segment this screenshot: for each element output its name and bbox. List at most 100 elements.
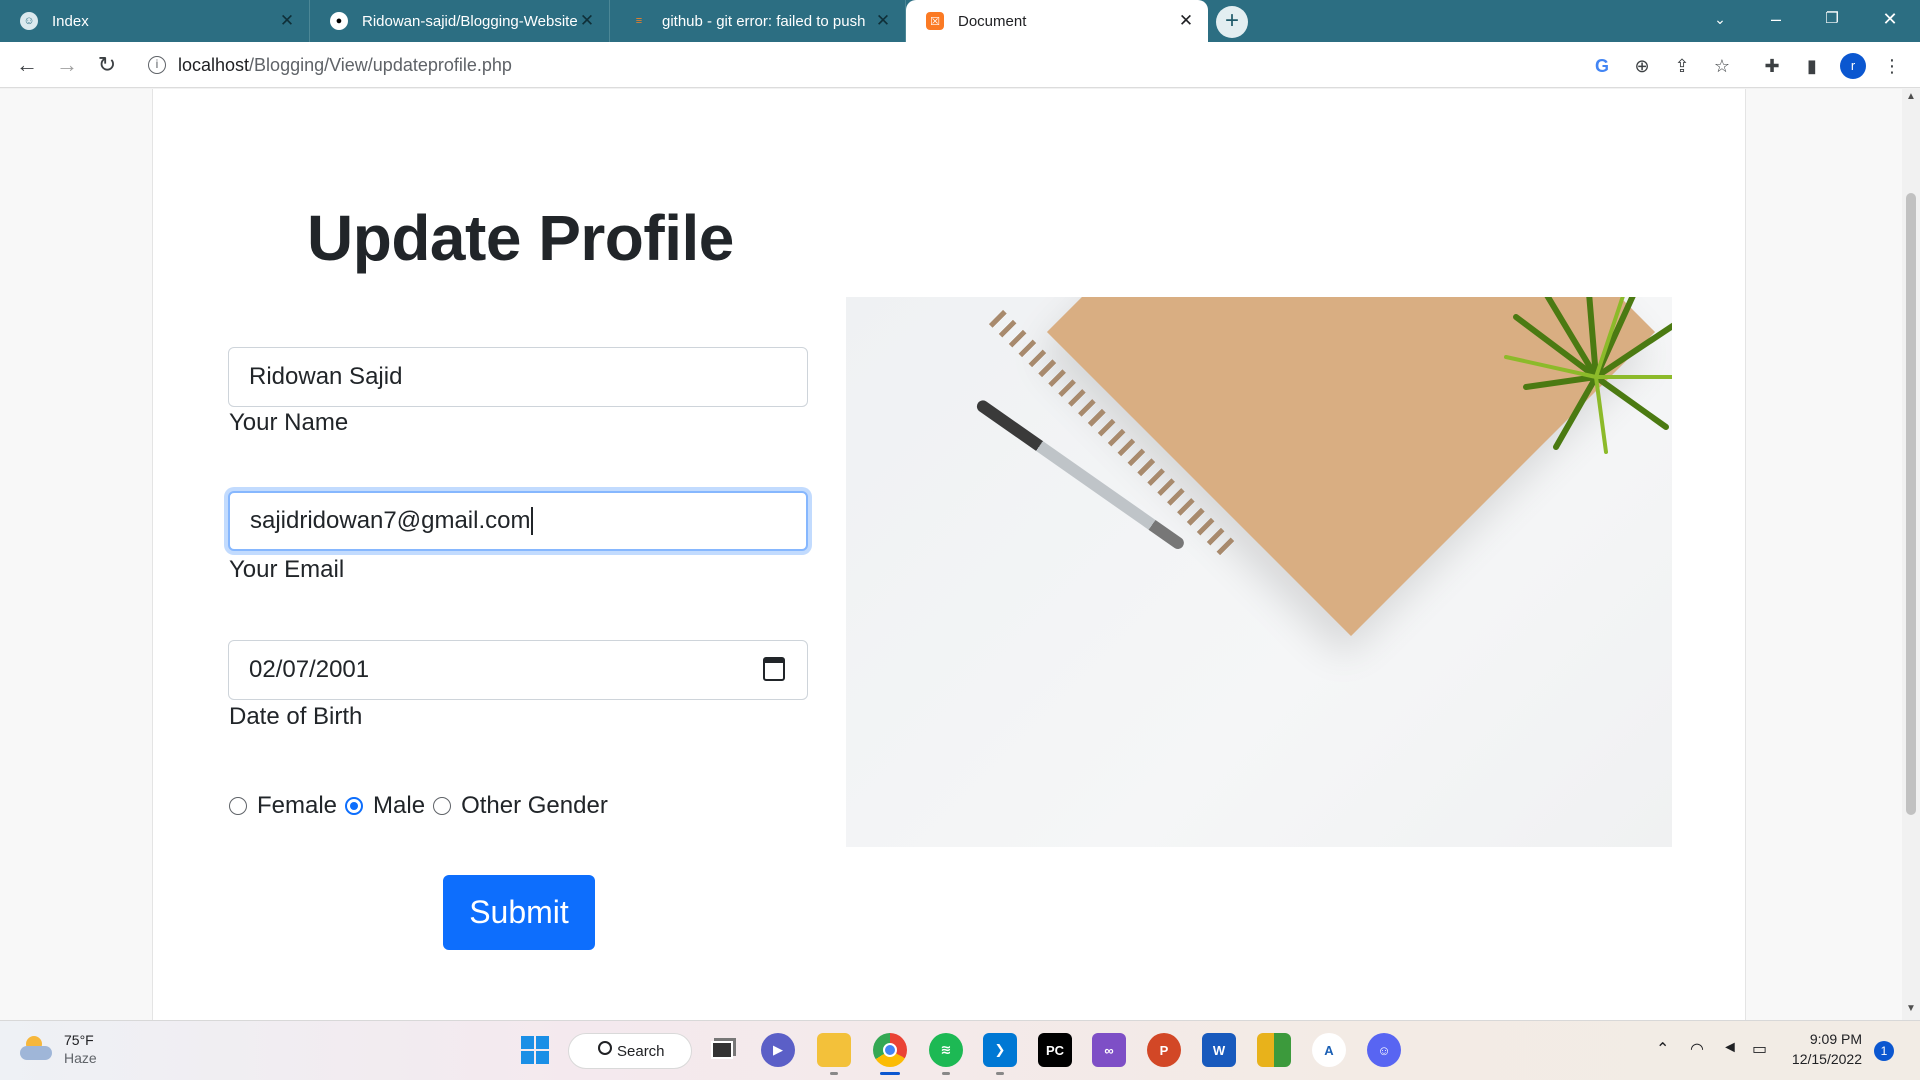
running-indicator [942,1072,950,1075]
email-input[interactable]: sajidridowan7@gmail.com [228,491,808,551]
app-icon[interactable]: A [1312,1033,1346,1067]
browser-toolbar: ← → ↻ i localhost/Blogging/View/updatepr… [0,42,1920,88]
site-info-icon[interactable]: i [148,56,166,74]
winrar-icon[interactable] [1257,1033,1291,1067]
plant-image [1504,297,1672,454]
vscode-icon[interactable]: ❯ [983,1033,1017,1067]
radio-female-label: Female [257,792,338,819]
notification-badge[interactable]: 1 [1874,1041,1894,1061]
extensions-icon[interactable]: ✚ [1760,54,1784,78]
running-indicator [996,1072,1004,1075]
name-value: Ridowan Sajid [249,363,403,390]
new-tab-button[interactable]: + [1216,6,1248,38]
scroll-up-arrow-icon[interactable]: ▲ [1906,91,1916,102]
dob-label: Date of Birth [229,703,363,730]
radio-male[interactable] [345,797,364,815]
xampp-icon: ☒ [926,12,944,30]
google-lens-icon[interactable]: G [1590,54,1614,78]
teams-chat-icon[interactable]: ▶ [761,1033,795,1067]
restore-icon[interactable]: ❐ [1804,0,1860,40]
show-hidden-icons-icon[interactable]: ⌃ [1656,1039,1669,1059]
file-explorer-icon[interactable] [817,1033,851,1067]
word-icon[interactable]: W [1202,1033,1236,1067]
radio-female[interactable] [229,797,247,815]
radio-male-label: Male [373,792,426,819]
tab-title: Index [52,12,89,30]
powerpoint-icon[interactable]: P [1147,1033,1181,1067]
taskbar-search[interactable]: Search [568,1033,692,1069]
windows-taskbar: 75°F Haze Search ▶ ≋ ❯ PC ∞ P W A ☺ ⌃ ◠ … [0,1020,1920,1080]
stackoverflow-icon: ≡ [635,15,643,27]
close-icon[interactable]: ✕ [873,11,893,31]
search-icon [598,1041,612,1055]
scrollbar-thumb[interactable] [1906,193,1916,815]
weather-text: 75°F Haze [64,1031,97,1067]
url-path: /Blogging/View/updateprofile.php [249,54,512,75]
tab-title: Ridowan-sajid/Blogging-Website [362,12,577,30]
name-input[interactable]: Ridowan Sajid [228,347,808,407]
close-icon[interactable]: ✕ [277,11,297,31]
visual-studio-icon[interactable]: ∞ [1092,1033,1126,1067]
browser-tab-strip: ☺ Index ✕ ● Ridowan-sajid/Blogging-Websi… [0,0,1920,42]
dob-input[interactable]: 02/07/2001 [228,640,808,700]
volume-icon[interactable]: ◄ [1722,1039,1738,1057]
email-value: sajidridowan7@gmail.com [250,507,531,534]
active-indicator [880,1072,900,1075]
tab-index[interactable]: ☺ Index ✕ [0,0,310,42]
tab-search-icon[interactable]: ⌄ [1692,0,1748,40]
tab-title: Document [958,12,1027,30]
url-host: localhost [178,54,250,75]
weather-widget[interactable]: 75°F Haze [20,1031,97,1067]
search-label: Search [617,1042,665,1060]
chrome-icon[interactable] [873,1033,907,1067]
pycharm-icon[interactable]: PC [1038,1033,1072,1067]
share-icon[interactable]: ⇪ [1670,54,1694,78]
gender-radio-group: Female Male Other Gender [229,792,616,820]
page-container: Update Profile Ridowan Sajid Your Name s… [152,89,1746,1020]
clock-time[interactable]: 9:09 PM [1790,1031,1862,1047]
page-viewport: Update Profile Ridowan Sajid Your Name s… [0,89,1902,1020]
text-caret [531,507,534,535]
weather-haze-icon [20,1036,52,1062]
profile-avatar[interactable]: r [1840,53,1866,79]
minimize-icon[interactable]: – [1748,0,1804,40]
name-label: Your Name [229,409,349,436]
url-text: localhost/Blogging/View/updateprofile.ph… [178,55,512,76]
forward-icon[interactable]: → [52,50,82,80]
xampp-icon: ☺ [20,12,38,30]
zoom-icon[interactable]: ⊕ [1630,54,1654,78]
radio-other[interactable] [433,797,452,815]
weather-temp: 75°F [64,1032,94,1048]
tab-document[interactable]: ☒ Document ✕ [906,0,1208,42]
task-view-icon[interactable] [705,1033,739,1067]
radio-other-label: Other Gender [461,792,608,819]
submit-button[interactable]: Submit [443,875,595,950]
tab-stackoverflow[interactable]: ≡ github - git error: failed to push ✕ [610,0,906,42]
close-icon[interactable]: ✕ [577,11,597,31]
back-icon[interactable]: ← [12,50,42,80]
window-close-icon[interactable]: ✕ [1862,0,1918,40]
wifi-icon[interactable]: ◠ [1690,1039,1704,1059]
reload-icon[interactable]: ↻ [92,50,122,80]
address-bar[interactable]: i localhost/Blogging/View/updateprofile.… [138,47,1878,83]
battery-icon[interactable]: ▭ [1752,1039,1767,1059]
tab-title: github - git error: failed to push [662,12,866,30]
windows-start-icon[interactable] [518,1033,552,1067]
discord-icon[interactable]: ☺ [1367,1033,1401,1067]
tab-github[interactable]: ● Ridowan-sajid/Blogging-Website ✕ [310,0,610,42]
vertical-scrollbar[interactable]: ▲ ▼ [1902,89,1920,1020]
desk-photo [846,297,1672,847]
calendar-icon[interactable] [763,657,785,681]
close-icon[interactable]: ✕ [1176,11,1196,31]
dob-value: 02/07/2001 [249,656,370,683]
menu-kebab-icon[interactable]: ⋮ [1880,54,1904,78]
side-panel-icon[interactable]: ▮ [1800,54,1824,78]
weather-desc: Haze [64,1050,97,1066]
spotify-icon[interactable]: ≋ [929,1033,963,1067]
page-title: Update Profile [307,202,734,274]
clock-date[interactable]: 12/15/2022 [1780,1051,1862,1067]
scroll-down-arrow-icon[interactable]: ▼ [1906,1003,1916,1014]
running-indicator [830,1072,838,1075]
github-icon: ● [330,12,348,30]
bookmark-star-icon[interactable]: ☆ [1710,54,1734,78]
